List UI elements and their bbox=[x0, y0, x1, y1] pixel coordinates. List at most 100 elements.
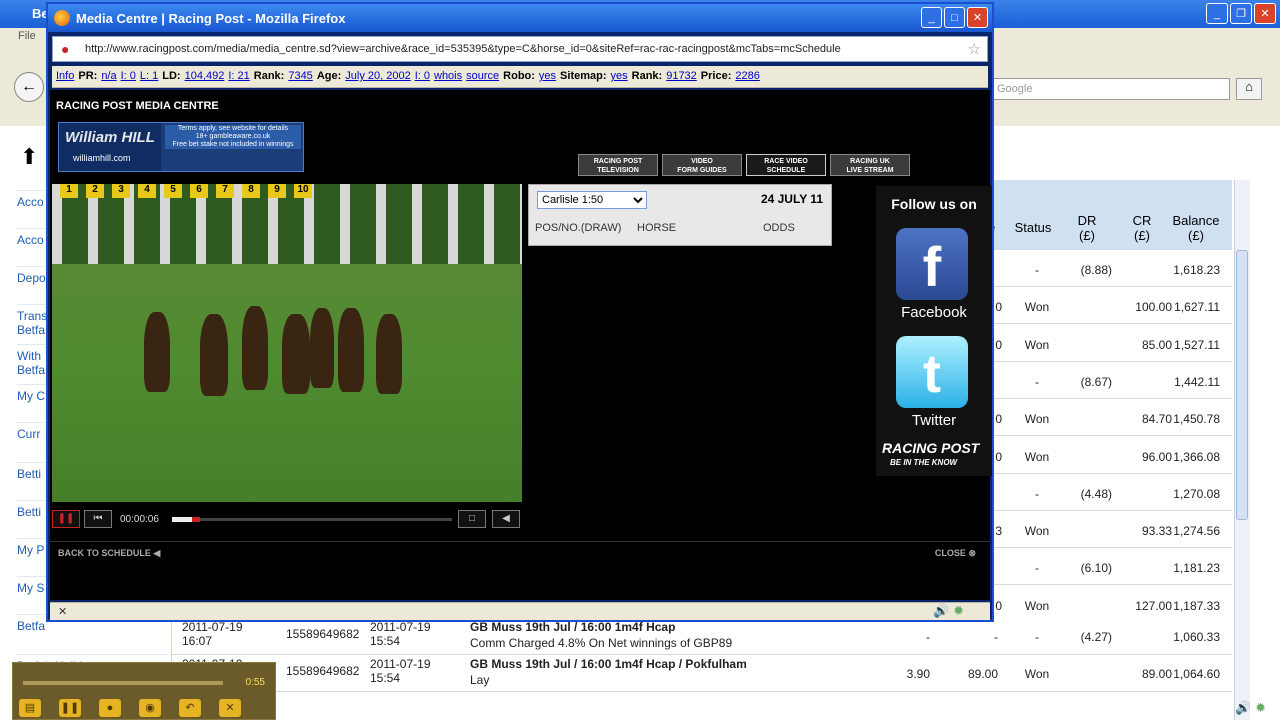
seo-item[interactable]: whois bbox=[434, 70, 462, 82]
seo-item[interactable]: 2286 bbox=[735, 70, 759, 82]
facebook-icon[interactable]: f bbox=[896, 228, 968, 300]
close-findbar-icon[interactable]: ✕ bbox=[58, 605, 67, 618]
minimize-icon[interactable]: _ bbox=[1206, 3, 1228, 24]
back-to-schedule-link[interactable]: BACK TO SCHEDULE ◀ bbox=[58, 548, 160, 559]
seo-item[interactable]: yes bbox=[539, 70, 556, 82]
record-icon[interactable]: ◉ bbox=[139, 699, 161, 717]
tab-3[interactable]: RACING UK LIVE STREAM bbox=[830, 154, 910, 176]
seek-bar[interactable] bbox=[172, 518, 452, 521]
close-icon[interactable]: ✕ bbox=[219, 699, 241, 717]
twitter-label[interactable]: Twitter bbox=[876, 412, 992, 429]
cell-id: 15589649682 bbox=[286, 627, 360, 641]
seo-item[interactable]: 7345 bbox=[288, 70, 312, 82]
close-circle-icon: ⊗ bbox=[968, 548, 976, 558]
twitter-icon[interactable]: t bbox=[896, 336, 968, 408]
william-hill-banner[interactable]: William HILL williamhill.com Terms apply… bbox=[58, 122, 304, 172]
follow-heading: Follow us on bbox=[891, 196, 977, 212]
cell-status: Won bbox=[1024, 449, 1050, 464]
fullscreen-button[interactable]: □ bbox=[458, 510, 486, 528]
seo-item[interactable]: n/a bbox=[101, 70, 116, 82]
race-video[interactable]: 1 2 3 4 5 6 7 8 9 10 bbox=[52, 184, 522, 502]
tab-0[interactable]: RACING POST TELEVISION bbox=[578, 154, 658, 176]
popup-window-controls: _ □ ✕ bbox=[921, 7, 988, 28]
mini-player-time: 0:55 bbox=[245, 677, 265, 688]
restore-icon[interactable]: ❐ bbox=[1230, 3, 1252, 24]
close-link[interactable]: CLOSE ⊗ bbox=[935, 548, 976, 559]
seo-item: Rank: bbox=[631, 70, 663, 82]
home-icon: ⌂ bbox=[1245, 79, 1253, 94]
cell-stake: - bbox=[994, 630, 998, 644]
video-controls: ❚❚ ⏮ 00:00:06 □ ◀ bbox=[50, 508, 524, 532]
race-card: Carlisle 1:50 24 JULY 11 POS/NO.(DRAW) H… bbox=[528, 184, 832, 246]
folder-icon[interactable]: ▤ bbox=[19, 699, 41, 717]
seo-item[interactable]: 91732 bbox=[666, 70, 697, 82]
tab-1[interactable]: VIDEO FORM GUIDES bbox=[662, 154, 742, 176]
media-tabs: RACING POST TELEVISION VIDEO FORM GUIDES R… bbox=[578, 154, 910, 176]
previous-button[interactable]: ⏮ bbox=[84, 510, 112, 528]
gate-number: 10 bbox=[294, 184, 312, 198]
cell-date2: 2011-07-19 15:54 bbox=[370, 657, 431, 685]
seo-item: Robo: bbox=[503, 70, 535, 82]
search-input[interactable]: Google bbox=[990, 78, 1230, 100]
back-circle-icon: ◀ bbox=[153, 548, 161, 558]
maximize-icon[interactable]: □ bbox=[944, 7, 965, 28]
seo-item[interactable]: I: 21 bbox=[228, 70, 249, 82]
background-window-controls: _ ❐ ✕ bbox=[1206, 3, 1276, 24]
file-menu[interactable]: File bbox=[18, 30, 36, 42]
cell-balance: 1,187.33 bbox=[1173, 598, 1220, 613]
page-scrollbar-thumb[interactable] bbox=[1236, 250, 1248, 520]
seo-item[interactable]: July 20, 2002 bbox=[345, 70, 410, 82]
seo-item[interactable]: yes bbox=[611, 70, 628, 82]
seo-item[interactable]: Info bbox=[56, 70, 74, 82]
seo-item[interactable]: I: 0 bbox=[415, 70, 430, 82]
race-select[interactable]: Carlisle 1:50 bbox=[537, 191, 647, 209]
firefox-icon bbox=[54, 10, 70, 26]
gate-number: 2 bbox=[86, 184, 104, 198]
horse bbox=[144, 312, 170, 392]
undo-icon[interactable]: ↶ bbox=[179, 699, 201, 717]
gate-number: 7 bbox=[216, 184, 234, 198]
cell-balance: 1,060.33 bbox=[1173, 630, 1220, 644]
up-arrow-icon[interactable]: ⬆ bbox=[20, 144, 38, 170]
seo-item[interactable]: source bbox=[466, 70, 499, 82]
cell-status: Won bbox=[1024, 337, 1050, 352]
fullscreen-icon: □ bbox=[468, 513, 476, 524]
cell-status: Won bbox=[1024, 524, 1050, 539]
cell-balance: 1,618.23 bbox=[1173, 263, 1220, 277]
mini-seek-bar[interactable] bbox=[23, 681, 223, 685]
minimize-icon[interactable]: _ bbox=[921, 7, 942, 28]
cell-dr: (4.48) bbox=[1080, 486, 1112, 501]
close-icon[interactable]: ✕ bbox=[1254, 3, 1276, 24]
cell-balance: 1,442.11 bbox=[1174, 374, 1220, 389]
seo-item[interactable]: I: 0 bbox=[121, 70, 136, 82]
pause-button[interactable]: ❚❚ bbox=[52, 510, 80, 528]
header-balance: Balance (£) bbox=[1172, 213, 1220, 243]
back-button[interactable]: ← bbox=[14, 72, 44, 102]
header-status: Status bbox=[1014, 220, 1052, 235]
location-pin-icon: ● bbox=[61, 41, 70, 57]
facebook-label[interactable]: Facebook bbox=[876, 304, 992, 321]
volume-button[interactable]: ◀ bbox=[492, 510, 520, 528]
table-row: 2011-07-19 16:07155896496822011-07-19 15… bbox=[172, 655, 1232, 692]
cell-status: - bbox=[1035, 374, 1039, 389]
url-bar[interactable]: ● http://www.racingpost.com/media/media_… bbox=[52, 36, 988, 62]
race-date: 24 JULY 11 bbox=[760, 192, 823, 206]
mini-player-buttons: ▤ ❚❚ ● ◉ ↶ ✕ bbox=[19, 699, 241, 717]
cell-status: Won bbox=[1024, 300, 1050, 315]
mic-icon[interactable]: ● bbox=[99, 699, 121, 717]
home-button[interactable]: ⌂ bbox=[1236, 78, 1262, 100]
seo-item: Age: bbox=[316, 70, 342, 82]
header-dr: DR (£) bbox=[1077, 213, 1097, 243]
seo-item[interactable]: 104,492 bbox=[185, 70, 225, 82]
pause-icon[interactable]: ❚❚ bbox=[59, 699, 81, 717]
playback-time: 00:00:06 bbox=[120, 514, 159, 525]
starting-gates: 1 2 3 4 5 6 7 8 9 10 bbox=[52, 184, 522, 264]
header-cr: CR (£) bbox=[1132, 213, 1152, 243]
tab-2[interactable]: RACE VIDEO SCHEDULE bbox=[746, 154, 826, 176]
cell-balance: 1,450.78 bbox=[1173, 412, 1220, 427]
bookmark-star-icon[interactable]: ☆ bbox=[968, 40, 981, 58]
close-icon[interactable]: ✕ bbox=[967, 7, 988, 28]
divider bbox=[50, 541, 990, 542]
url-text[interactable]: http://www.racingpost.com/media/media_ce… bbox=[85, 43, 841, 55]
seo-item[interactable]: L: 1 bbox=[140, 70, 158, 82]
